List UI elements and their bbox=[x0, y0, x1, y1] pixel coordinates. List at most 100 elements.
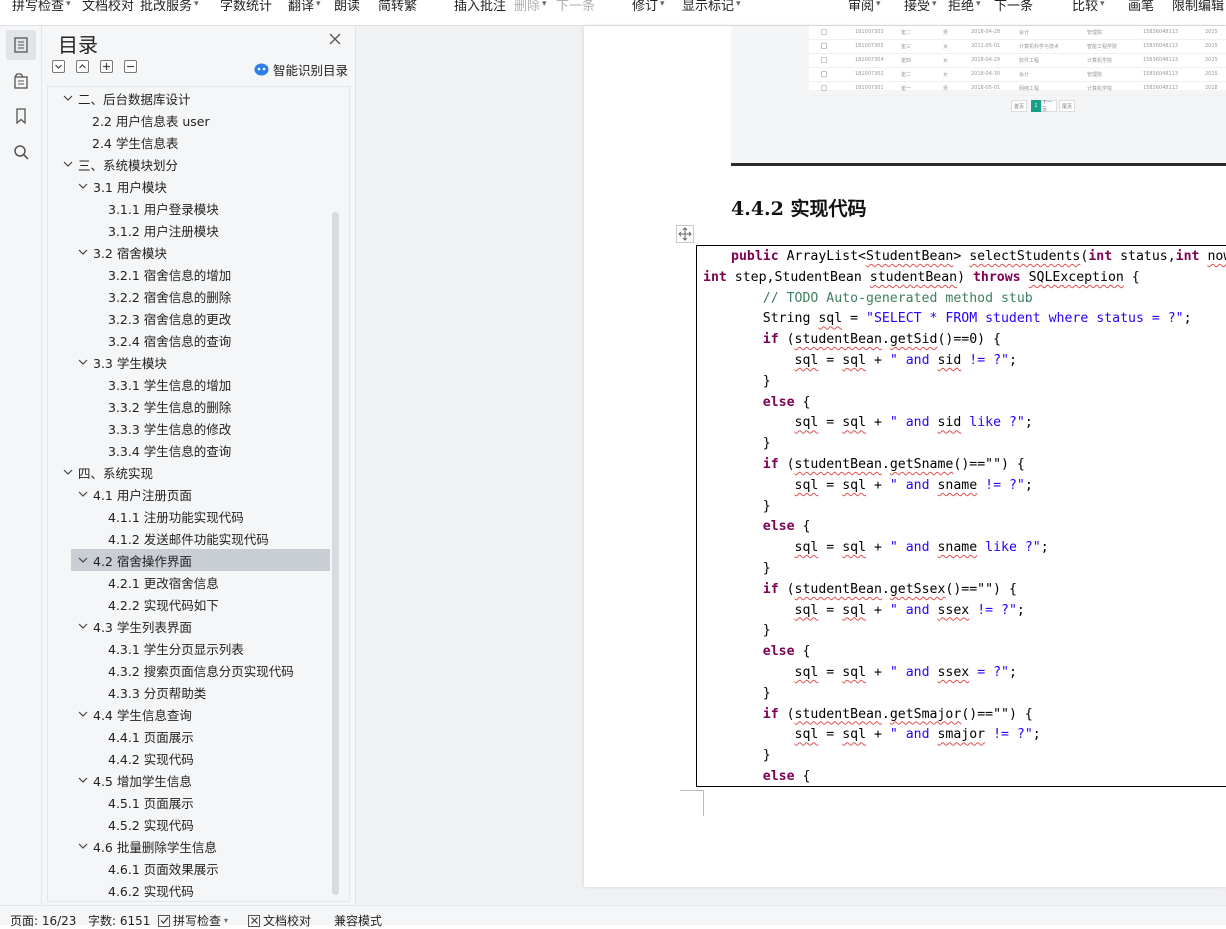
chevron-down-icon[interactable] bbox=[62, 158, 74, 170]
page-count[interactable]: 页面: 16/23 bbox=[10, 912, 76, 929]
toc-item[interactable]: 3.1.2 用户注册模块 bbox=[48, 219, 330, 241]
toc-item[interactable]: 4.3.2 搜索页面信息分页实现代码 bbox=[48, 659, 330, 681]
chevron-down-icon[interactable] bbox=[77, 180, 89, 192]
ribbon-item[interactable]: 插入批注 bbox=[454, 0, 506, 14]
ribbon-item[interactable]: 文档校对 bbox=[82, 0, 134, 14]
toc-item[interactable]: 4.6.1 页面效果展示 bbox=[48, 857, 330, 879]
close-icon[interactable] bbox=[328, 32, 342, 46]
toc-item[interactable]: 3.3.2 学生信息的删除 bbox=[48, 395, 330, 417]
ribbon-item[interactable]: 简转繁 bbox=[378, 0, 417, 14]
toc-item[interactable]: 4.2.2 实现代码如下 bbox=[48, 593, 330, 615]
toc-item[interactable]: 3.1 用户模块 bbox=[48, 175, 330, 197]
side-rail bbox=[0, 26, 42, 905]
code-line: public ArrayList<StudentBean> selectStud… bbox=[731, 246, 1226, 267]
toc-icon[interactable] bbox=[6, 30, 36, 60]
chevron-down-icon: ▾ bbox=[316, 0, 321, 9]
table-cell: 15836048113 bbox=[1143, 57, 1178, 63]
collapse-down-icon[interactable] bbox=[52, 60, 65, 73]
toc-item[interactable]: 3.3 学生模块 bbox=[48, 351, 330, 373]
toc-item[interactable]: 4.1.2 发送邮件功能实现代码 bbox=[48, 527, 330, 549]
chevron-down-icon[interactable] bbox=[77, 488, 89, 500]
toc-item[interactable]: 4.5.2 实现代码 bbox=[48, 813, 330, 835]
code-token: ()==0) { bbox=[937, 332, 1002, 348]
toc-item[interactable]: 三、系统模块划分 bbox=[48, 153, 330, 175]
toc-item[interactable]: 4.6 批量删除学生信息 bbox=[48, 835, 330, 857]
toc-item[interactable]: 3.1.1 用户登录模块 bbox=[48, 197, 330, 219]
code-line: if (studentBean.getSid()==0) { bbox=[731, 329, 1001, 350]
code-token: getSsex bbox=[889, 581, 946, 597]
bookmark-icon[interactable] bbox=[6, 101, 36, 131]
toc-item[interactable]: 2.2 用户信息表 user bbox=[48, 109, 330, 131]
toc-item-label: 2.2 用户信息表 user bbox=[92, 113, 210, 129]
chevron-down-icon[interactable] bbox=[77, 246, 89, 258]
page-corner-mark bbox=[680, 790, 704, 816]
toc-item[interactable]: 3.2.1 宿舍信息的增加 bbox=[48, 263, 330, 285]
toc-item[interactable]: 二、后台数据库设计 bbox=[48, 87, 330, 109]
ribbon-item[interactable]: 删除 ▾ bbox=[514, 0, 547, 14]
chevron-down-icon[interactable] bbox=[77, 554, 89, 566]
ribbon-item[interactable]: 字数统计 bbox=[220, 0, 272, 14]
ribbon-item[interactable]: 审阅 ▾ bbox=[848, 0, 881, 14]
toc-item[interactable]: 4.2 宿舍操作界面 bbox=[71, 549, 330, 571]
ribbon-item[interactable]: 限制编辑 bbox=[1172, 0, 1224, 14]
ribbon-item[interactable]: 画笔 bbox=[1128, 0, 1154, 14]
toc-item[interactable]: 4.5.1 页面展示 bbox=[48, 791, 330, 813]
chevron-down-icon[interactable] bbox=[62, 466, 74, 478]
table-cell: 崔三 bbox=[901, 44, 912, 50]
toc-item[interactable]: 4.4 学生信息查询 bbox=[48, 703, 330, 725]
spell-check-toggle[interactable]: 拼写检查 ▾ bbox=[158, 912, 228, 929]
ribbon-item[interactable]: 翻译 ▾ bbox=[288, 0, 321, 14]
toc-item[interactable]: 4.3 学生列表界面 bbox=[48, 615, 330, 637]
toc-item[interactable]: 4.5 增加学生信息 bbox=[48, 769, 330, 791]
ribbon-item[interactable]: 显示标记 ▾ bbox=[682, 0, 741, 14]
toc-item[interactable]: 4.6.2 实现代码 bbox=[48, 879, 330, 901]
chevron-down-icon[interactable] bbox=[77, 840, 89, 852]
toc-item[interactable]: 3.2.3 宿舍信息的更改 bbox=[48, 307, 330, 329]
code-token: else bbox=[762, 394, 803, 410]
word-count[interactable]: 字数: 6151 bbox=[88, 912, 150, 929]
toc-item[interactable]: 4.4.1 页面展示 bbox=[48, 725, 330, 747]
toc-item[interactable]: 3.3.4 学生信息的查询 bbox=[48, 439, 330, 461]
chevron-down-icon[interactable] bbox=[77, 356, 89, 368]
code-block[interactable]: public ArrayList<StudentBean> selectStud… bbox=[696, 245, 1226, 787]
remove-icon[interactable] bbox=[124, 60, 137, 73]
toc-item[interactable]: 四、系统实现 bbox=[48, 461, 330, 483]
toc-item[interactable]: 4.3.1 学生分页显示列表 bbox=[48, 637, 330, 659]
toc-item[interactable]: 3.2 宿舍模块 bbox=[48, 241, 330, 263]
pager-button: 尾页 bbox=[1059, 100, 1075, 112]
add-icon[interactable] bbox=[100, 60, 113, 73]
toc-item[interactable]: 2.4 学生信息表 bbox=[48, 131, 330, 153]
table-cell: 2015 bbox=[1205, 71, 1218, 77]
ribbon-item[interactable]: 拼写检查 ▾ bbox=[12, 0, 71, 14]
toc-item[interactable]: 3.3.3 学生信息的修改 bbox=[48, 417, 330, 439]
table-cell: 15836048113 bbox=[1143, 43, 1178, 49]
navigation-icon[interactable] bbox=[6, 66, 36, 96]
toc-item[interactable]: 3.2.2 宿舍信息的删除 bbox=[48, 285, 330, 307]
toc-item[interactable]: 4.4.2 实现代码 bbox=[48, 747, 330, 769]
ribbon-item[interactable]: 批改服务 ▾ bbox=[140, 0, 199, 14]
toc-scrollbar[interactable] bbox=[332, 212, 339, 895]
ribbon-item[interactable]: 修订 ▾ bbox=[632, 0, 665, 14]
toc-item[interactable]: 4.1.1 注册功能实现代码 bbox=[48, 505, 330, 527]
collapse-up-icon[interactable] bbox=[76, 60, 89, 73]
search-icon[interactable] bbox=[6, 137, 36, 167]
toc-item[interactable]: 3.2.4 宿舍信息的查询 bbox=[48, 329, 330, 351]
toc-item[interactable]: 3.3.1 学生信息的增加 bbox=[48, 373, 330, 395]
ribbon-item[interactable]: 下一条 bbox=[994, 0, 1033, 14]
toc-item[interactable]: 4.2.1 更改宿舍信息 bbox=[48, 571, 330, 593]
table-cell: 181007305 bbox=[855, 43, 884, 49]
chevron-down-icon[interactable] bbox=[77, 708, 89, 720]
ribbon-item[interactable]: 朗读 bbox=[334, 0, 360, 14]
chevron-down-icon[interactable] bbox=[77, 774, 89, 786]
ribbon-item[interactable]: 比较 ▾ bbox=[1072, 0, 1105, 14]
smart-toc-button[interactable]: 智能识别目录 bbox=[254, 60, 348, 79]
toc-item[interactable]: 4.1 用户注册页面 bbox=[48, 483, 330, 505]
ribbon-item[interactable]: 拒绝 ▾ bbox=[948, 0, 981, 14]
chevron-down-icon[interactable] bbox=[62, 92, 74, 104]
move-icon[interactable] bbox=[676, 225, 694, 243]
chevron-down-icon[interactable] bbox=[77, 620, 89, 632]
proofread-toggle[interactable]: 文档校对 bbox=[248, 912, 311, 929]
ribbon-item[interactable]: 下一条 bbox=[556, 0, 595, 14]
toc-item[interactable]: 4.3.3 分页帮助类 bbox=[48, 681, 330, 703]
ribbon-item[interactable]: 接受 ▾ bbox=[904, 0, 937, 14]
